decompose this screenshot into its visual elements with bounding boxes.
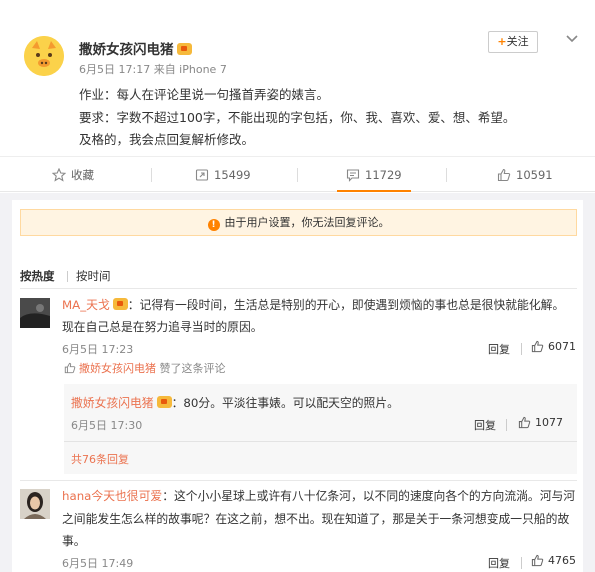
comment-like-count: 4765: [548, 554, 576, 567]
action-bar: 收藏 15499 11729 10591: [0, 156, 595, 192]
sub-reply-content: ：80分。平淡往事婊。可以配天空的照片。: [171, 396, 399, 410]
sort-divider: [67, 271, 68, 282]
comment-text: hana今天也很可爱：这个小小星球上或许有八十亿条河，以不同的速度向各个的方向流…: [62, 487, 575, 504]
sub-reply-text: 撒娇女孩闪电猪 ：80分。平淡往事婊。可以配天空的照片。: [71, 394, 399, 411]
divider: [64, 441, 577, 442]
comment-count: 11729: [365, 168, 402, 182]
sub-reply-reply-button[interactable]: 回复: [474, 417, 496, 433]
sub-reply-like-count: 1077: [535, 416, 563, 429]
comment-time: 6月5日 17:23: [62, 343, 134, 356]
thumbs-up-icon: [497, 168, 511, 182]
favorite-label: 收藏: [71, 168, 94, 182]
vip-badge-icon: [156, 396, 172, 408]
active-tab-indicator: [337, 190, 411, 192]
commenter-username[interactable]: hana今天也很可爱: [62, 489, 162, 503]
action-divider: [446, 168, 447, 182]
more-replies-link[interactable]: 共76条回复: [71, 451, 129, 467]
comment-time: 6月5日 17:49: [62, 557, 134, 570]
commenter-avatar[interactable]: [20, 298, 50, 328]
comment-text-line-2: 之间能发生怎么样的故事呢？在这之前，想不出。现在知道了，那是关于一条河想变成一只…: [62, 512, 570, 526]
action-divider: [297, 168, 298, 182]
sub-reply-like-button[interactable]: 1077: [518, 416, 563, 429]
liker-username[interactable]: 撒娇女孩闪电猪: [79, 362, 156, 375]
weibo-post-page: 撒娇女孩闪电猪 6月5日 17:17 来自 iPhone 7 +关注 作业：每人…: [0, 0, 595, 572]
comment-like-button[interactable]: 4765: [531, 554, 576, 567]
comment-restriction-notice: ! 由于用户设置，你无法回复评论。: [20, 209, 577, 236]
author-liked-note: 撒娇女孩闪电猪 赞了这条评论: [64, 360, 577, 380]
thumbs-up-icon: [64, 362, 76, 374]
comment-text-line-1: ：这个小小星球上或许有八十亿条河，以不同的速度向各个的方向流淌。河与河: [162, 489, 576, 503]
post-text-line-3: 及格的，我会点回复解析修改。: [79, 132, 255, 147]
plus-icon: +: [497, 35, 507, 48]
repost-icon: [195, 169, 209, 181]
sub-reply-time: 6月5日 17:30: [71, 419, 143, 432]
divider: [20, 480, 577, 481]
comment-icon: [346, 169, 360, 182]
action-divider: [521, 343, 522, 355]
commenter-username[interactable]: MA_天戈: [62, 298, 110, 312]
action-divider: [521, 557, 522, 569]
repost-count: 15499: [214, 168, 251, 182]
sort-by-time-tab[interactable]: 按时间: [76, 268, 111, 284]
comment-like-count: 6071: [548, 340, 576, 353]
sort-by-hot-tab[interactable]: 按热度: [20, 268, 55, 284]
action-divider: [151, 168, 152, 182]
commenter-avatar[interactable]: [20, 489, 50, 519]
comment-text-line-1: ：记得有一段时间，生活总是特别的开心，即使遇到烦恼的事也总是很快就能化解。: [127, 298, 565, 312]
post-text-line-2: 要求：字数不超过100字，不能出现的字包括，你、我、喜欢、爱、想、希望。: [79, 110, 516, 125]
reply-button[interactable]: 回复: [488, 341, 510, 357]
reply-button[interactable]: 回复: [488, 555, 510, 571]
favorite-button[interactable]: 收藏: [51, 157, 94, 193]
comment-text-line-3: 事。: [62, 534, 86, 548]
poster-username-text[interactable]: 撒娇女孩闪电猪: [79, 42, 174, 58]
sub-reply-username[interactable]: 撒娇女孩闪电猪: [71, 396, 154, 410]
star-icon: [51, 167, 67, 182]
thumbs-up-icon: [518, 416, 531, 429]
liked-note-text: 赞了这条评论: [156, 362, 226, 375]
thumbs-up-icon: [531, 554, 544, 567]
follow-button[interactable]: +关注: [488, 31, 538, 53]
vip-badge-icon: [176, 43, 192, 55]
divider: [20, 288, 577, 289]
notice-text: 由于用户设置，你无法回复评论。: [224, 216, 390, 229]
post-meta: 6月5日 17:17 来自 iPhone 7: [79, 63, 227, 76]
vip-badge-icon: [112, 298, 128, 310]
warning-icon: !: [207, 219, 220, 231]
like-button[interactable]: 10591: [497, 157, 553, 193]
post-text-line-1: 作业：每人在评论里说一句搔首弄姿的婊言。: [79, 87, 330, 102]
poster-avatar[interactable]: [24, 36, 64, 76]
poster-username[interactable]: 撒娇女孩闪电猪: [79, 38, 192, 58]
follow-label: 关注: [506, 35, 529, 48]
comment-like-button[interactable]: 6071: [531, 340, 576, 353]
repost-button[interactable]: 15499: [195, 157, 251, 193]
thumbs-up-icon: [531, 340, 544, 353]
comment-text-line-2: 现在自己总是在努力追寻当时的原因。: [62, 320, 263, 334]
like-count: 10591: [516, 168, 553, 182]
comment-button[interactable]: 11729: [346, 157, 402, 193]
action-divider: [506, 419, 507, 431]
chevron-down-icon[interactable]: [565, 32, 579, 46]
comment-text: MA_天戈 ：记得有一段时间，生活总是特别的开心，即使遇到烦恼的事也总是很快就能化…: [62, 296, 564, 313]
